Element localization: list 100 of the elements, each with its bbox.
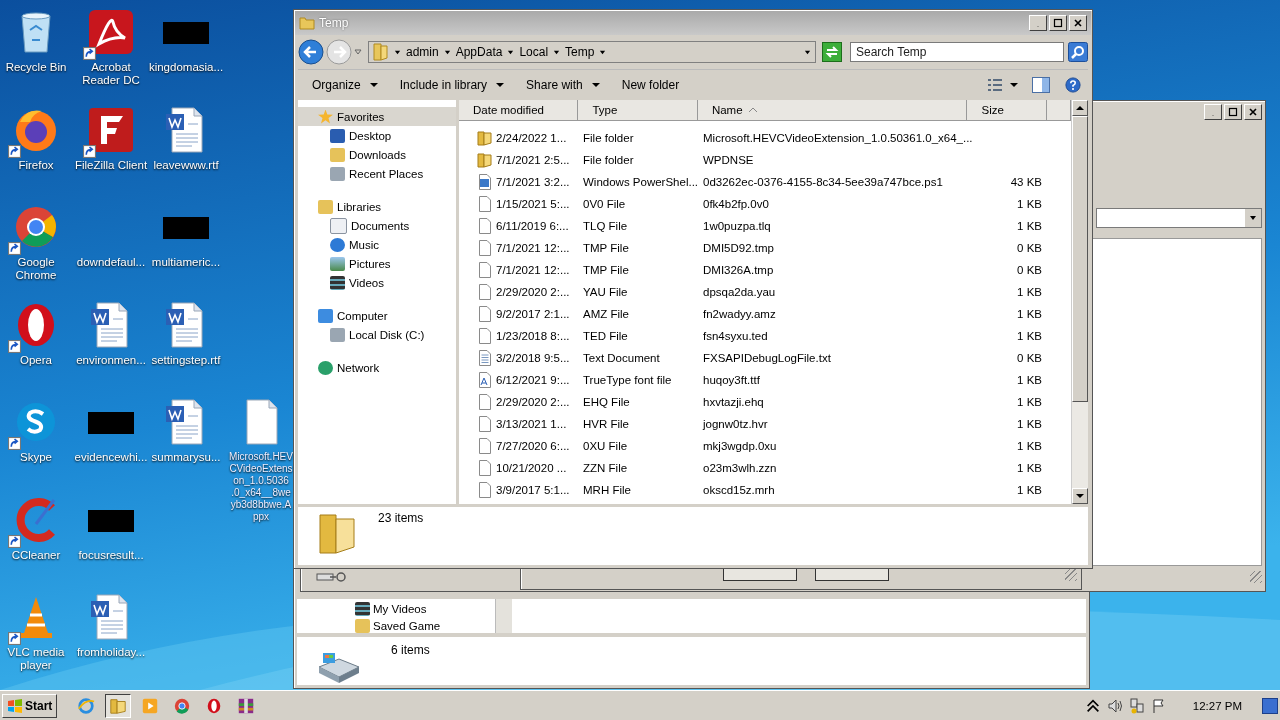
table-cell: 7/1/2021 12:... (496, 242, 570, 254)
breadcrumb-item[interactable]: Local (519, 45, 549, 59)
table-cell-text: YAU File (582, 286, 629, 298)
icon-label: Google Chrome (14, 256, 58, 282)
table-cell-text: TLQ File (582, 220, 629, 232)
column-header[interactable]: Name (697, 100, 968, 121)
icon-label: downdefaul... (76, 256, 146, 269)
table-cell-text: FXSAPIDebugLogFile.txt (702, 352, 832, 364)
column-header[interactable]: Size (967, 100, 1048, 121)
nav-item[interactable]: Pictures (298, 254, 456, 273)
table-cell-text: TMP File (582, 264, 630, 276)
table-cell: 10/21/2020 ... (496, 462, 567, 474)
table-cell: 7/1/2021 12:... (496, 264, 570, 276)
toolbar-button[interactable]: Organize (308, 76, 382, 94)
nav-item[interactable]: Network (298, 358, 456, 377)
column-header[interactable]: Type (578, 100, 698, 121)
nav-item[interactable]: Libraries (298, 197, 456, 216)
table-cell-text: AMZ File (582, 308, 630, 320)
table-cell-text: 1 KB (1016, 462, 1043, 474)
nav-item[interactable]: Local Disk (C:) (298, 325, 456, 344)
toolbar-button[interactable]: New folder (617, 76, 684, 94)
table-cell-text: okscd15z.mrh (702, 484, 776, 496)
table-cell-text: DMI326A.tmp (702, 264, 775, 276)
nav-item[interactable]: My Videos (355, 600, 495, 617)
address-bar[interactable]: admin AppData Local Temp (368, 41, 816, 63)
item-count: 23 items (378, 511, 424, 525)
table-cell-text: fn2wadyy.amz (702, 308, 777, 320)
table-cell-text: 0 KB (1016, 264, 1043, 276)
icon-label: Microsoft.HEV CVideoExtens on_1.0.5036 .0_x64__8we yb3d8bbwe.A ppx (229, 451, 293, 523)
icon-label: VLC media player (6, 646, 66, 672)
table-cell: 3/9/2017 5:1... (496, 484, 570, 496)
start-button[interactable]: Start (2, 693, 58, 718)
table-cell-text: HVR File (582, 418, 630, 430)
table-cell: 6/11/2019 6:... (496, 220, 569, 232)
table-cell-text: WPDNSE (702, 154, 755, 166)
nav-item[interactable]: Recent Places (298, 164, 456, 183)
table-cell-text: TMP File (582, 242, 630, 254)
table-cell: 1/15/2021 5:... (496, 198, 570, 210)
nav-item[interactable]: Downloads (298, 145, 456, 164)
table-cell-text: DMI5D92.tmp (702, 242, 775, 254)
table-cell-text: hxvtazji.ehq (702, 396, 765, 408)
nav-item[interactable]: Videos (298, 273, 456, 292)
table-cell-text: 1 KB (1016, 286, 1043, 298)
search-field[interactable]: Search Temp (850, 42, 1064, 62)
icon-label: Skype (20, 451, 52, 464)
table-cell-text: TED File (582, 330, 629, 342)
icon-label: Acrobat Reader DC (81, 61, 141, 87)
table-cell-text: 0XU File (582, 440, 629, 452)
toolbar-button[interactable]: Share with (522, 76, 604, 94)
table-cell: 3/2/2018 9:5... (496, 352, 570, 364)
window-title: Temp (319, 16, 349, 30)
table-cell-text: 0 KB (1016, 242, 1043, 254)
nav-item[interactable]: Saved Game (355, 617, 495, 633)
icon-label: evidencewhi... (74, 451, 148, 464)
item-count: 6 items (391, 643, 430, 657)
breadcrumb-item[interactable]: Temp (565, 45, 595, 59)
icon-label: kingdomasia... (148, 61, 224, 74)
icon-label: Opera (20, 353, 52, 367)
table-cell-text: EHQ File (582, 396, 631, 408)
table-cell-text: 1w0puzpa.tlq (702, 220, 772, 232)
table-cell-text: 1 KB (1016, 418, 1043, 430)
table-cell: 7/1/2021 2:5... (496, 154, 570, 166)
clock[interactable]: 12:27 PM (1192, 699, 1242, 712)
nav-item[interactable]: Music (298, 235, 456, 254)
nav-item[interactable]: Computer (298, 306, 456, 325)
table-cell: 2/29/2020 2:... (496, 286, 570, 298)
table-cell-text: dpsqa2da.yau (702, 286, 777, 298)
table-cell-text: Microsoft.HEVCVideoExtension_1.0.50361.0_x64_... (702, 132, 970, 144)
table-cell-text: 1 KB (1016, 330, 1043, 342)
icon-label: FileZilla Client (74, 158, 148, 172)
table-cell-text: 0fk4b2fp.0v0 (702, 198, 770, 210)
table-cell-text: ZZN File (582, 462, 629, 474)
table-cell-text: 0d3262ec-0376-4155-8c34-5ee39a747bce.ps1 (702, 176, 944, 188)
table-cell-text: 1 KB (1016, 374, 1043, 386)
table-cell-text: 1 KB (1016, 484, 1043, 496)
table-cell: 7/1/2021 3:2... (496, 176, 570, 188)
table-cell-text: huqoy3ft.ttf (702, 374, 761, 386)
icon-label: settingstep.rtf (151, 353, 221, 367)
icon-label: focusresult... (78, 548, 144, 562)
nav-item[interactable]: Documents (298, 216, 456, 235)
table-cell-text: 43 KB (1009, 176, 1043, 188)
table-cell-text: jognw0tz.hvr (701, 418, 769, 430)
table-cell-text: TrueType font file (582, 374, 673, 386)
table-cell-text: File folder (582, 154, 635, 166)
table-cell-text: o23m3wlh.zzn (702, 462, 778, 474)
column-header[interactable]: Date modified (459, 100, 579, 121)
toolbar-button[interactable]: Include in library (395, 76, 509, 94)
table-cell-text: 1 KB (1016, 308, 1043, 320)
nav-item[interactable]: Desktop (298, 126, 456, 145)
icon-label: multiameric... (151, 256, 221, 269)
table-cell-text: fsn4syxu.ted (702, 330, 769, 342)
table-cell-text: 1 KB (1016, 396, 1043, 408)
breadcrumb-item[interactable]: admin (406, 45, 439, 59)
nav-item[interactable]: Favorites (298, 107, 456, 126)
table-cell: 6/12/2021 9:... (496, 374, 570, 386)
table-cell-text: Text Document (582, 352, 661, 364)
table-cell-text: MRH File (582, 484, 632, 496)
table-cell: 2/29/2020 2:... (496, 396, 570, 408)
breadcrumb-item[interactable]: AppData (455, 45, 503, 59)
icon-label: environmen... (76, 353, 146, 367)
